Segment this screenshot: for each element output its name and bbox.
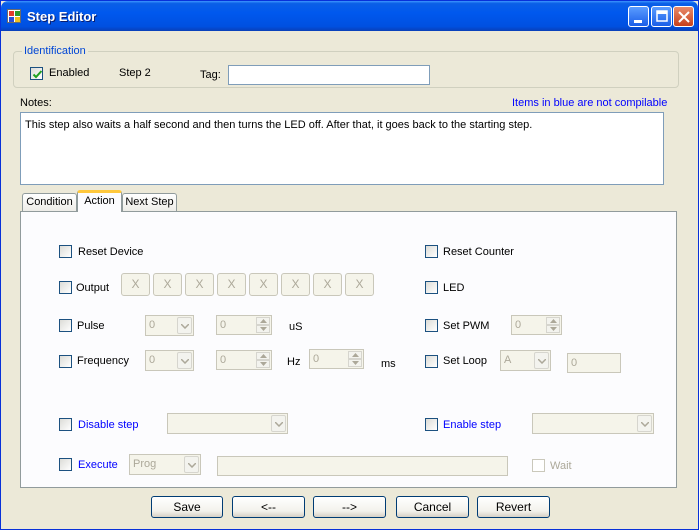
frequency-value-select[interactable]: 0 bbox=[145, 350, 194, 371]
loop-value: 0 bbox=[571, 357, 578, 369]
frequency-time-spinner[interactable]: 0 bbox=[309, 349, 364, 369]
identification-legend: Identification bbox=[22, 45, 88, 57]
frequency-unit-label: Hz bbox=[287, 356, 301, 368]
enabled-checkbox[interactable] bbox=[30, 67, 43, 80]
title-bar[interactable]: Step Editor bbox=[1, 1, 698, 31]
pulse-duration-spinner[interactable]: 0 bbox=[216, 315, 272, 335]
enabled-label: Enabled bbox=[49, 67, 90, 79]
chevron-up-icon bbox=[352, 353, 359, 357]
tag-input[interactable] bbox=[228, 65, 430, 85]
output-bit-button[interactable]: X bbox=[121, 273, 150, 296]
reset-counter-checkbox[interactable] bbox=[425, 245, 438, 258]
set-pwm-checkbox[interactable] bbox=[425, 319, 438, 332]
tab-action[interactable]: Action bbox=[77, 190, 122, 212]
maximize-button[interactable] bbox=[651, 6, 672, 27]
output-bit-button[interactable]: X bbox=[185, 273, 214, 296]
step-number-label: Step 2 bbox=[119, 67, 151, 79]
maximize-icon bbox=[656, 10, 668, 22]
chevron-up-icon bbox=[550, 319, 557, 323]
led-checkbox[interactable] bbox=[425, 281, 438, 294]
previous-step-button[interactable]: <-- bbox=[232, 496, 305, 518]
close-icon bbox=[678, 11, 690, 23]
frequency-label: Frequency bbox=[77, 355, 129, 367]
output-checkbox[interactable] bbox=[59, 281, 72, 294]
minimize-button[interactable] bbox=[628, 6, 649, 27]
frequency-amount-spinner[interactable]: 0 bbox=[216, 350, 272, 370]
chevron-up-icon bbox=[260, 319, 267, 323]
output-bit-button[interactable]: X bbox=[217, 273, 246, 296]
chevron-down-icon bbox=[260, 327, 267, 331]
chevron-down-icon bbox=[641, 422, 649, 427]
loop-select-value: A bbox=[504, 354, 512, 366]
not-compilable-hint: Items in blue are not compilable bbox=[512, 97, 668, 109]
chevron-down-icon bbox=[260, 362, 267, 366]
pulse-label: Pulse bbox=[77, 320, 105, 332]
output-bit-button[interactable]: X bbox=[345, 273, 374, 296]
frequency-time-value: 0 bbox=[313, 353, 320, 365]
output-bit-button[interactable]: X bbox=[249, 273, 278, 296]
pulse-value-select[interactable]: 0 bbox=[145, 315, 194, 336]
chevron-down-icon bbox=[550, 327, 557, 331]
reset-device-label: Reset Device bbox=[78, 246, 144, 258]
frequency-value: 0 bbox=[149, 354, 156, 366]
execute-path-input[interactable] bbox=[217, 456, 508, 476]
execute-label: Execute bbox=[78, 459, 118, 471]
led-label: LED bbox=[443, 282, 465, 294]
notes-textarea[interactable]: This step also waits a half second and t… bbox=[20, 112, 664, 185]
pulse-checkbox[interactable] bbox=[59, 319, 72, 332]
tab-next-step[interactable]: Next Step bbox=[122, 193, 177, 212]
output-bit-button[interactable]: X bbox=[153, 273, 182, 296]
chevron-down-icon bbox=[538, 359, 546, 364]
enable-step-select[interactable] bbox=[532, 413, 654, 434]
revert-button[interactable]: Revert bbox=[477, 496, 550, 518]
chevron-down-icon bbox=[188, 463, 196, 468]
disable-step-checkbox[interactable] bbox=[59, 418, 72, 431]
tab-condition[interactable]: Condition bbox=[22, 193, 77, 212]
wait-checkbox[interactable] bbox=[532, 459, 545, 472]
chevron-down-icon bbox=[275, 422, 283, 427]
tag-label: Tag: bbox=[200, 69, 221, 81]
set-loop-checkbox[interactable] bbox=[425, 355, 438, 368]
frequency-checkbox[interactable] bbox=[59, 355, 72, 368]
app-grid-icon[interactable] bbox=[7, 9, 21, 23]
output-bit-button[interactable]: X bbox=[313, 273, 342, 296]
close-button[interactable] bbox=[673, 6, 694, 27]
disable-step-select[interactable] bbox=[167, 413, 288, 434]
reset-counter-label: Reset Counter bbox=[443, 246, 514, 258]
chevron-up-icon bbox=[260, 354, 267, 358]
enable-step-checkbox[interactable] bbox=[425, 418, 438, 431]
disable-step-label: Disable step bbox=[78, 419, 139, 431]
frequency-amount-value: 0 bbox=[220, 354, 227, 366]
execute-select[interactable]: Prog bbox=[129, 454, 201, 475]
next-step-button[interactable]: --> bbox=[313, 496, 386, 518]
frequency-time-unit-label: ms bbox=[381, 358, 396, 370]
pwm-value: 0 bbox=[515, 319, 522, 331]
enable-step-label: Enable step bbox=[443, 419, 502, 431]
notes-label: Notes: bbox=[20, 97, 52, 109]
minimize-icon bbox=[634, 20, 642, 23]
execute-checkbox[interactable] bbox=[59, 458, 72, 471]
save-button[interactable]: Save bbox=[151, 496, 223, 518]
chevron-down-icon bbox=[352, 361, 359, 365]
cancel-button[interactable]: Cancel bbox=[396, 496, 469, 518]
chevron-down-icon bbox=[181, 359, 189, 364]
set-loop-label: Set Loop bbox=[443, 355, 488, 367]
pulse-duration-value: 0 bbox=[220, 319, 227, 331]
set-pwm-label: Set PWM bbox=[443, 320, 490, 332]
window-title: Step Editor bbox=[27, 9, 97, 24]
wait-label: Wait bbox=[550, 460, 572, 472]
check-icon bbox=[32, 70, 43, 79]
loop-select[interactable]: A bbox=[500, 350, 551, 371]
execute-select-value: Prog bbox=[133, 458, 157, 470]
reset-device-checkbox[interactable] bbox=[59, 245, 72, 258]
pulse-unit-label: uS bbox=[289, 321, 303, 333]
output-label: Output bbox=[76, 282, 110, 294]
pulse-value: 0 bbox=[149, 319, 156, 331]
chevron-down-icon bbox=[181, 324, 189, 329]
pwm-value-spinner[interactable]: 0 bbox=[511, 315, 562, 335]
loop-value-input[interactable]: 0 bbox=[567, 353, 621, 373]
output-bit-button[interactable]: X bbox=[281, 273, 310, 296]
step-editor-window: Step Editor Identification Enabled Step … bbox=[0, 0, 699, 530]
